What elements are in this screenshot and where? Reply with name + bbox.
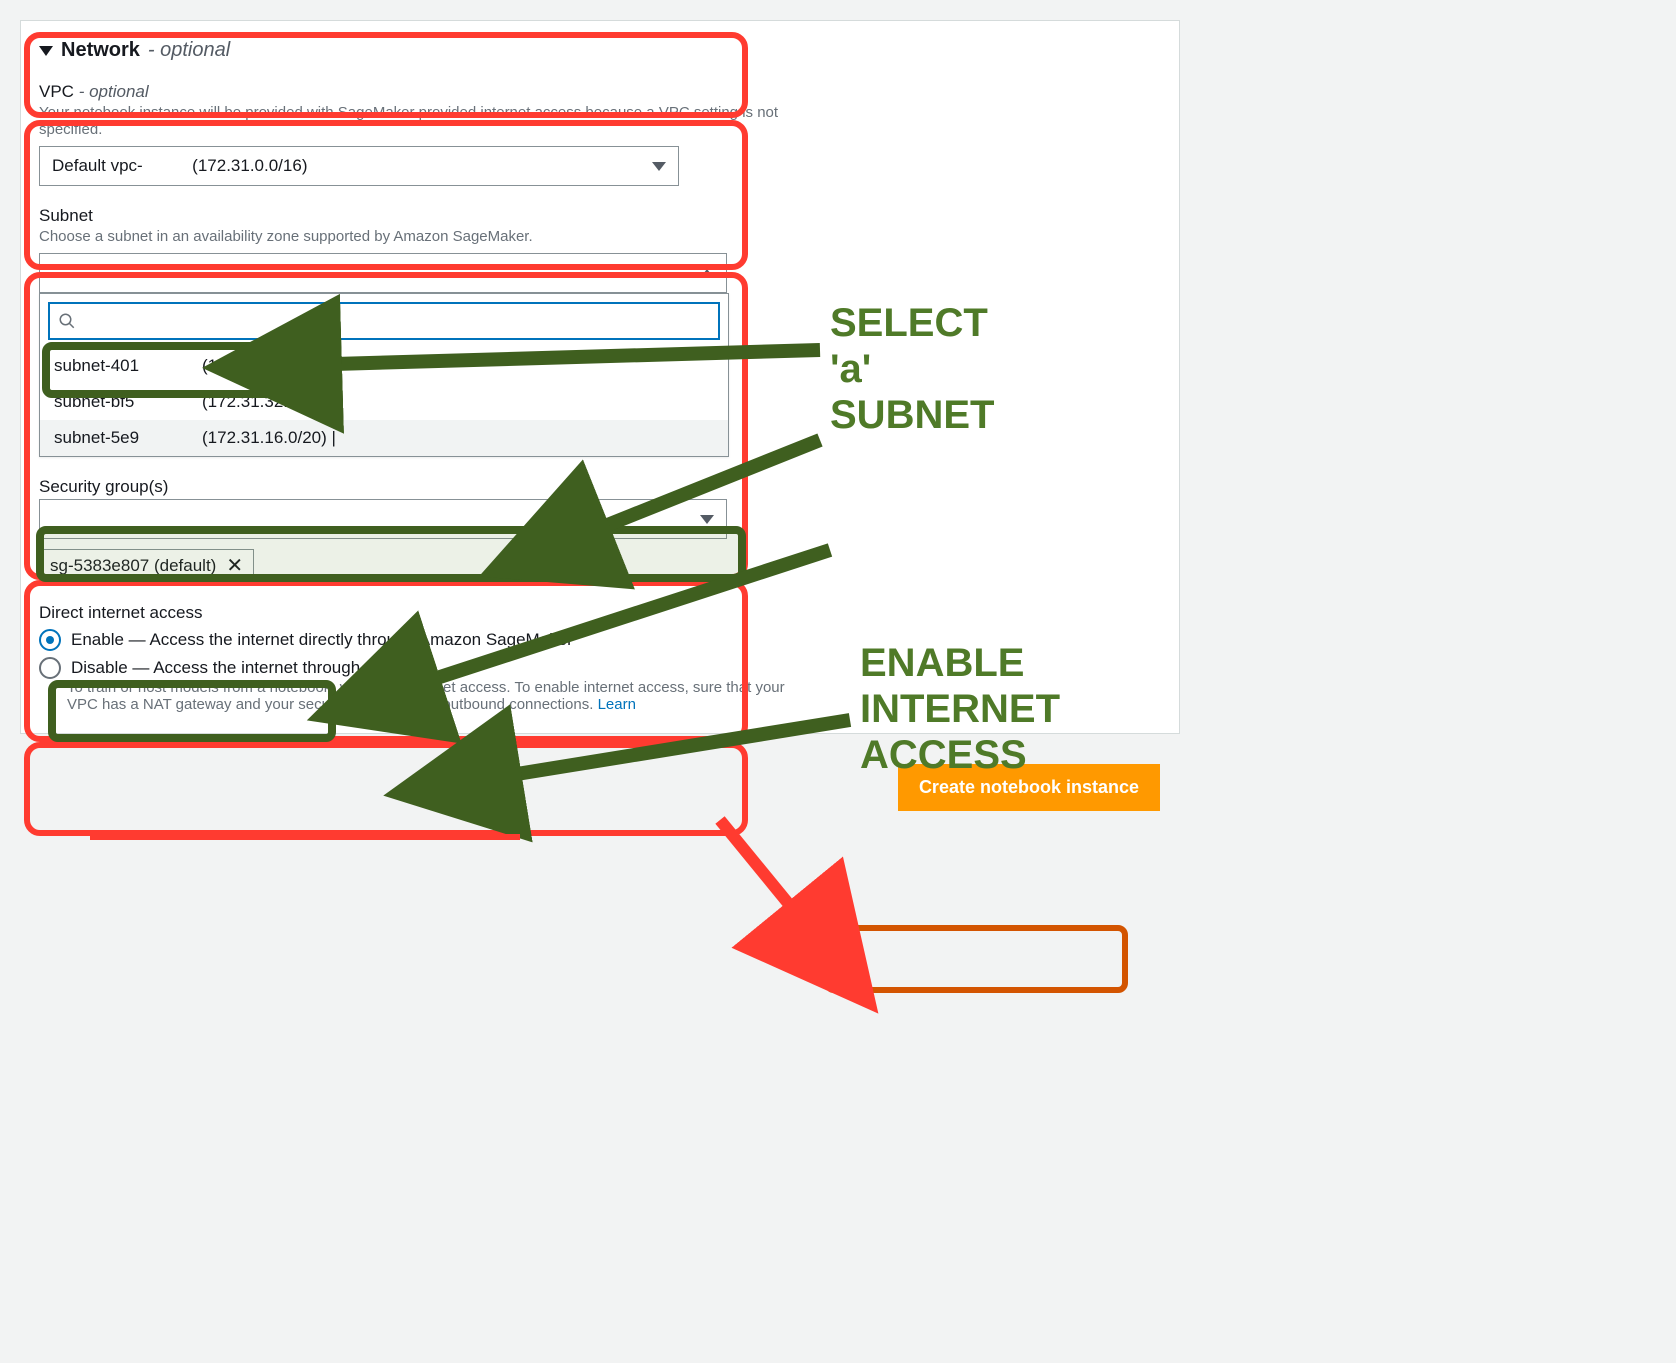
arrow-icon bbox=[0, 20, 1200, 1020]
